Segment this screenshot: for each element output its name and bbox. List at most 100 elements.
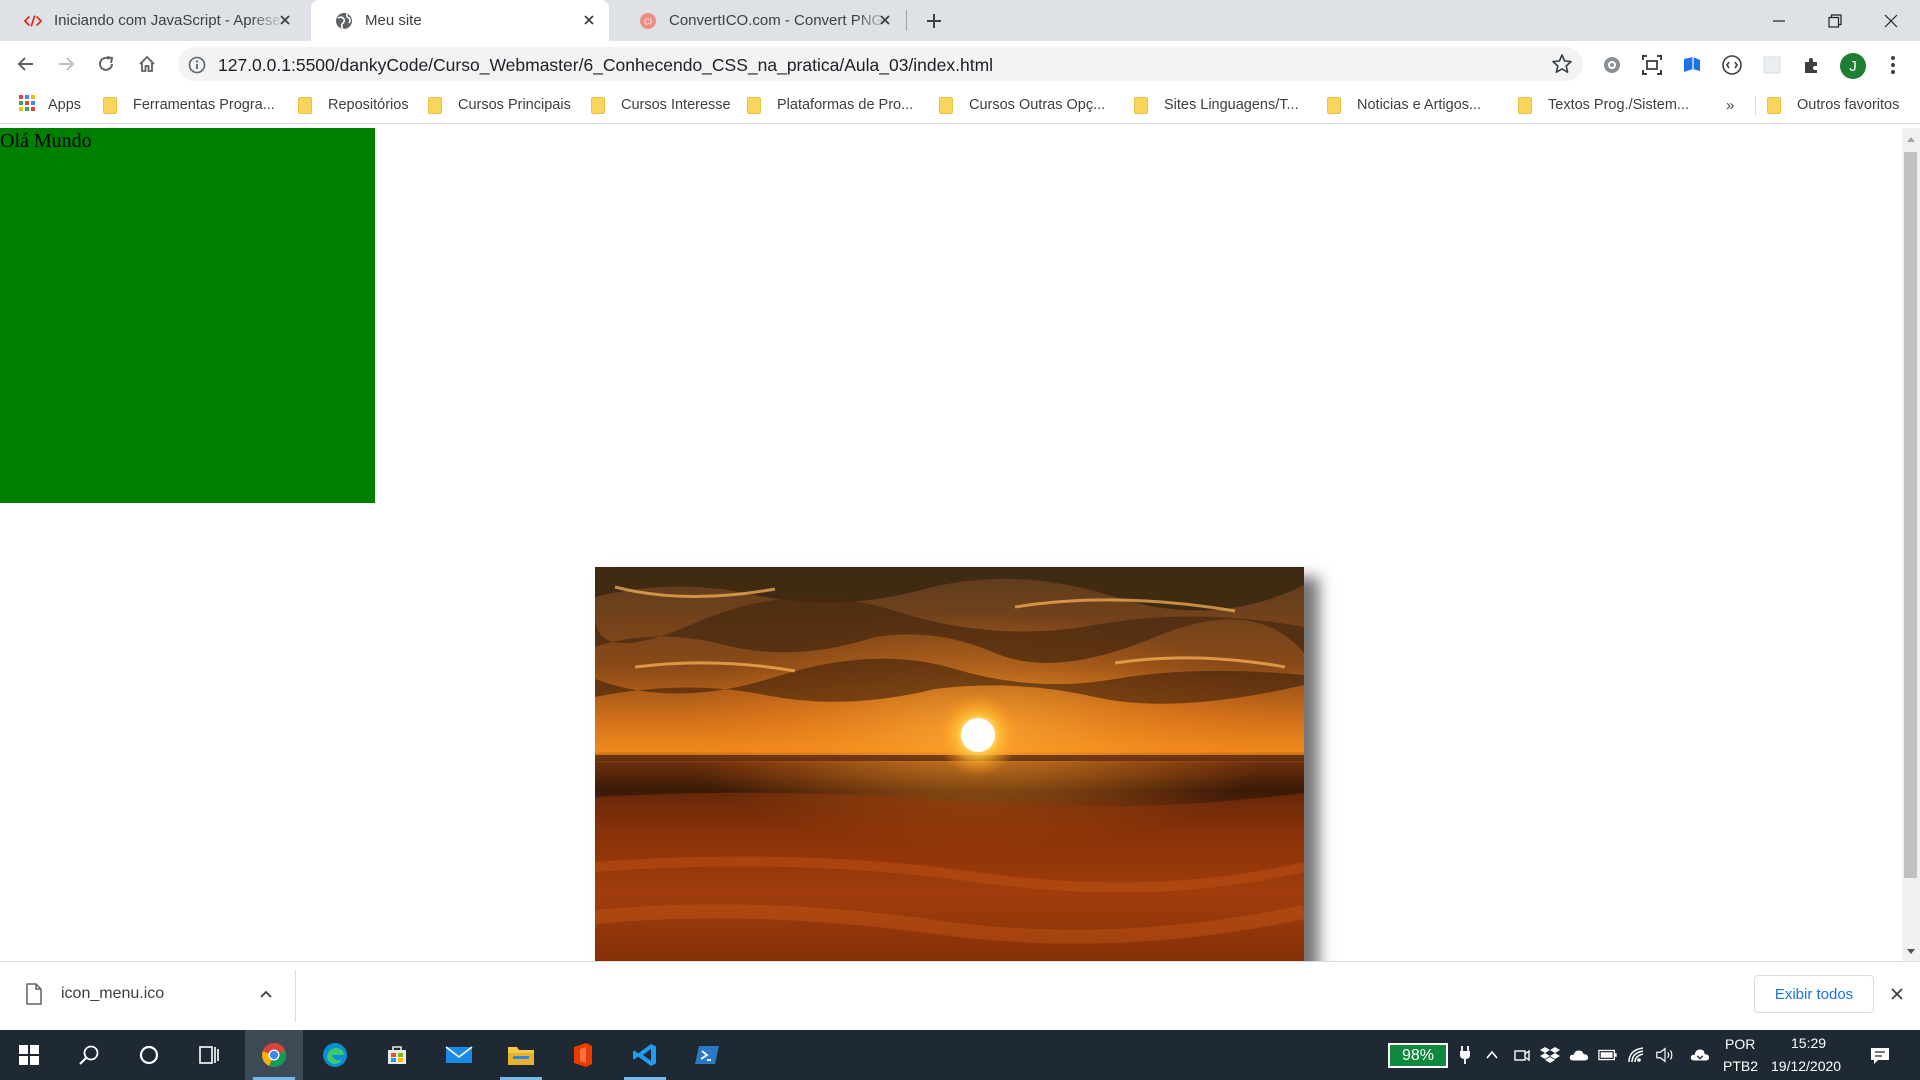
dropbox-icon[interactable] [1540, 1043, 1560, 1067]
scrollbar-thumb[interactable] [1904, 152, 1917, 878]
back-icon[interactable] [9, 47, 43, 81]
notifications-icon[interactable] [1868, 1044, 1892, 1068]
bookmark-folder[interactable]: Cursos Principais [428, 94, 571, 116]
extension-gear-icon[interactable] [1600, 53, 1624, 77]
battery-tray-icon[interactable] [1598, 1043, 1618, 1067]
bookmark-other-folder[interactable]: Outros favoritos [1767, 94, 1899, 116]
globe-icon [335, 12, 353, 30]
bookmark-folder[interactable]: Repositórios [298, 94, 409, 116]
volume-icon[interactable] [1655, 1043, 1675, 1067]
cloud-sync-icon[interactable] [1690, 1043, 1710, 1067]
tab-close-icon[interactable] [877, 12, 893, 28]
chrome-icon[interactable] [245, 1030, 303, 1080]
puzzle-icon[interactable] [1800, 53, 1824, 77]
bookmark-label: Cursos Interesse [621, 97, 731, 113]
minimize-icon[interactable] [1751, 0, 1807, 41]
folder-icon [1767, 96, 1781, 114]
download-separator [295, 970, 296, 1022]
windows-start-icon[interactable] [0, 1030, 58, 1080]
restore-icon[interactable] [1807, 0, 1863, 41]
tab-meu-site[interactable]: Meu site [311, 0, 609, 41]
tab-title: Meu site [365, 12, 422, 29]
star-icon[interactable] [1551, 53, 1573, 75]
screenshot-icon[interactable] [1640, 53, 1664, 77]
file-icon [25, 983, 43, 1005]
tab-javascript[interactable]: Iniciando com JavaScript - Apresentação [0, 0, 305, 41]
office-icon[interactable] [554, 1030, 612, 1080]
keyboard-layout[interactable]: PTB2 [1723, 1058, 1758, 1074]
powershell-icon[interactable] [678, 1030, 736, 1080]
edge-icon[interactable] [306, 1030, 364, 1080]
tab-close-icon[interactable] [581, 12, 597, 28]
close-icon[interactable] [1863, 0, 1919, 41]
folder-icon [103, 96, 117, 114]
sunset-image [595, 567, 1304, 961]
green-box: Olá Mundo [0, 128, 375, 503]
folder-icon [939, 96, 953, 114]
bookmark-label: Repositórios [328, 97, 409, 113]
mail-icon[interactable] [430, 1030, 488, 1080]
folder-icon [1134, 96, 1148, 114]
folder-icon [298, 96, 312, 114]
language-code[interactable]: POR [1725, 1036, 1755, 1052]
bookmark-folder[interactable]: Ferramentas Progra... [103, 94, 275, 116]
tab-separator [906, 10, 907, 31]
tab-converticon[interactable]: CI ConvertICO.com - Convert PNG to ICO [615, 0, 905, 41]
chevron-up-tray-icon[interactable] [1482, 1043, 1502, 1067]
bookmark-folder[interactable]: Plataformas de Pro... [747, 94, 913, 116]
tab-title: ConvertICO.com - Convert PNG to ICO [669, 12, 889, 29]
bookmark-label: Sites Linguagens/T... [1164, 97, 1299, 113]
bookmark-label: Textos Prog./Sistem... [1548, 97, 1690, 113]
wifi-icon[interactable] [1627, 1043, 1647, 1067]
folder-icon [591, 96, 605, 114]
blank-extension-icon[interactable] [1760, 53, 1784, 77]
bookmark-folder[interactable]: Noticias e Artigos... [1327, 94, 1481, 116]
meet-now-icon[interactable] [1512, 1043, 1532, 1067]
search-icon[interactable] [60, 1030, 118, 1080]
plus-icon[interactable] [920, 8, 948, 34]
show-all-button[interactable]: Exibir todos [1754, 975, 1874, 1013]
vscode-icon[interactable] [616, 1030, 674, 1080]
power-plug-icon[interactable] [1455, 1043, 1475, 1067]
task-view-icon[interactable] [180, 1030, 238, 1080]
bookmark-folder[interactable]: Cursos Interesse [591, 94, 731, 116]
bookmark-folder[interactable]: Cursos Outras Opç... [939, 94, 1105, 116]
bookmark-label: Cursos Principais [458, 97, 571, 113]
scroll-down-icon[interactable] [1906, 945, 1916, 957]
converticon-icon: CI [639, 12, 657, 30]
file-explorer-icon[interactable] [492, 1030, 550, 1080]
store-icon[interactable] [368, 1030, 426, 1080]
tab-close-icon[interactable] [277, 12, 293, 28]
site-info-icon[interactable] [188, 56, 206, 74]
avatar[interactable]: J [1840, 53, 1866, 79]
bookmark-divider [1755, 96, 1756, 116]
bookmark-apps[interactable]: Apps [18, 94, 81, 116]
more-menu-icon[interactable] [1881, 53, 1905, 77]
scroll-up-icon[interactable] [1906, 132, 1916, 144]
apps-grid-icon [18, 94, 36, 116]
cortana-icon[interactable] [120, 1030, 178, 1080]
home-icon[interactable] [130, 47, 164, 81]
tab-title: Iniciando com JavaScript - Apresentação [54, 12, 284, 29]
forward-icon[interactable] [49, 47, 83, 81]
close-downloads-icon[interactable] [1889, 986, 1905, 1002]
downloads-bar [0, 961, 1920, 1030]
bookmark-folder[interactable]: Sites Linguagens/T... [1134, 94, 1299, 116]
bookmarks-overflow-button[interactable]: » [1726, 94, 1734, 116]
greeting-text: Olá Mundo [0, 130, 92, 152]
clock-date[interactable]: 19/12/2020 [1771, 1058, 1841, 1074]
code-extension-icon[interactable] [1720, 53, 1744, 77]
bookmark-folder[interactable]: Textos Prog./Sistem... [1518, 94, 1689, 116]
page-viewport: Olá Mundo [0, 128, 1902, 961]
download-file-name[interactable]: icon_menu.ico [61, 985, 164, 1003]
reload-icon[interactable] [89, 47, 123, 81]
chevron-up-icon[interactable] [258, 986, 274, 1002]
bookmark-label: Noticias e Artigos... [1357, 97, 1482, 113]
book-extension-icon[interactable] [1680, 53, 1704, 77]
svg-text:CI: CI [644, 17, 652, 26]
onedrive-icon[interactable] [1569, 1043, 1589, 1067]
url-text: 127.0.0.1:5500/dankyCode/Curso_Webmaster… [218, 55, 994, 75]
battery-percentage[interactable]: 98% [1388, 1043, 1448, 1068]
clock-time[interactable]: 15:29 [1791, 1035, 1826, 1051]
folder-icon [428, 96, 442, 114]
